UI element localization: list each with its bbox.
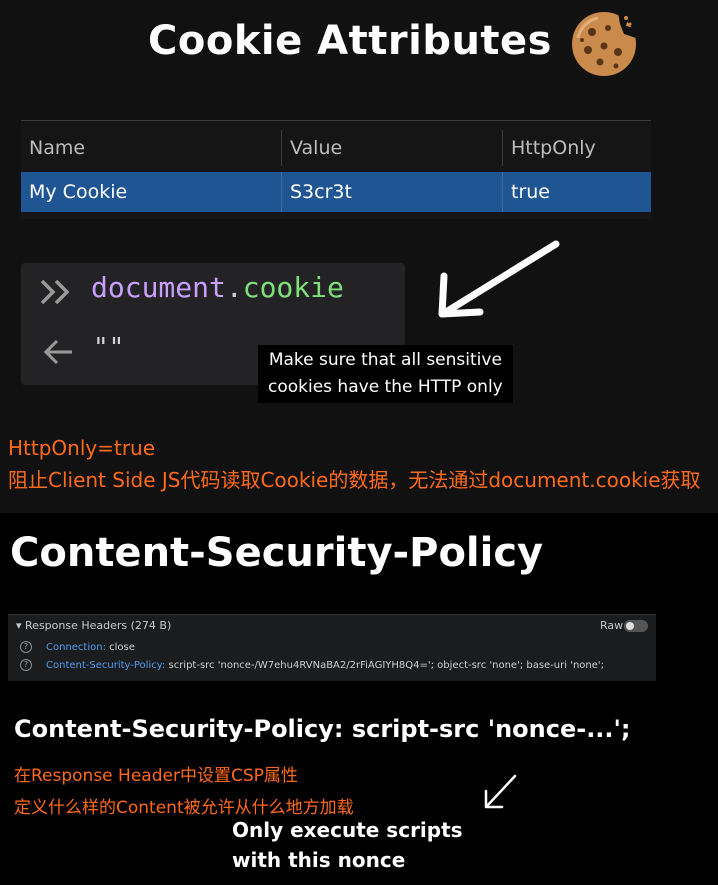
- response-headers-panel: ▾ Response Headers (274 B) Raw ? Connecti…: [8, 614, 656, 681]
- header-value: script-src 'nonce-/W7ehu4RVNaBA2/2rFiAGI…: [168, 660, 605, 671]
- table-header-name[interactable]: Name: [21, 130, 281, 166]
- arrow-pointing-icon: [484, 774, 517, 809]
- nonce-callout: Only execute scripts with this nonce: [232, 815, 463, 875]
- header-row-csp[interactable]: ? Content-Security-Policy: script-src 'no…: [20, 659, 604, 671]
- header-value: close: [109, 642, 135, 653]
- cookie-value-cell: S3cr3t: [281, 172, 502, 212]
- caption-line-1: Make sure that all sensitive: [268, 350, 502, 370]
- console-command[interactable]: document.cookie: [91, 271, 344, 304]
- help-icon[interactable]: ?: [20, 641, 32, 653]
- raw-label: Raw: [600, 619, 624, 632]
- header-row-connection[interactable]: ? Connection: close: [20, 641, 135, 653]
- arrow-pointing-icon: [438, 240, 560, 318]
- console-command-property: cookie: [242, 271, 344, 304]
- csp-example: Content-Security-Policy: script-src 'non…: [14, 715, 631, 743]
- httponly-notes: HttpOnly=true 阻止Client Side JS代码读取Cookie…: [8, 432, 701, 496]
- table-header-httponly[interactable]: HttpOnly: [502, 130, 651, 166]
- nonce-callout-line-2: with this nonce: [232, 848, 406, 872]
- header-key: Content-Security-Policy:: [46, 660, 166, 671]
- video-caption: Make sure that all sensitive cookies hav…: [258, 345, 513, 403]
- chevrons-right-icon: [40, 279, 70, 305]
- page-title-csp: Content-Security-Policy: [10, 530, 544, 576]
- cookie-icon: [572, 12, 636, 76]
- raw-toggle[interactable]: [624, 620, 648, 632]
- help-icon[interactable]: ?: [20, 659, 32, 671]
- header-key: Connection:: [46, 642, 106, 653]
- console-command-dot: .: [225, 271, 243, 304]
- cookie-httponly-cell: true: [502, 172, 651, 212]
- arrow-left-icon: [43, 339, 72, 365]
- cookie-table: Name Value HttpOnly My Cookie S3cr3t tru…: [21, 120, 651, 219]
- console-result: "": [93, 333, 125, 363]
- httponly-note-2: 阻止Client Side JS代码读取Cookie的数据，无法通过docume…: [8, 468, 701, 492]
- table-row[interactable]: My Cookie S3cr3t true: [21, 172, 651, 212]
- caption-line-2: cookies have the HTTP only: [268, 377, 503, 397]
- cookie-name-cell: My Cookie: [29, 181, 128, 203]
- csp-note-1: 在Response Header中设置CSP属性: [14, 766, 298, 786]
- nonce-callout-line-1: Only execute scripts: [232, 818, 463, 842]
- httponly-note-1: HttpOnly=true: [8, 436, 156, 460]
- response-headers-title: Response Headers (274 B): [25, 619, 172, 632]
- response-headers-toggle[interactable]: ▾ Response Headers (274 B): [16, 619, 171, 632]
- console-command-object: document: [91, 271, 226, 304]
- table-header-value[interactable]: Value: [281, 130, 502, 166]
